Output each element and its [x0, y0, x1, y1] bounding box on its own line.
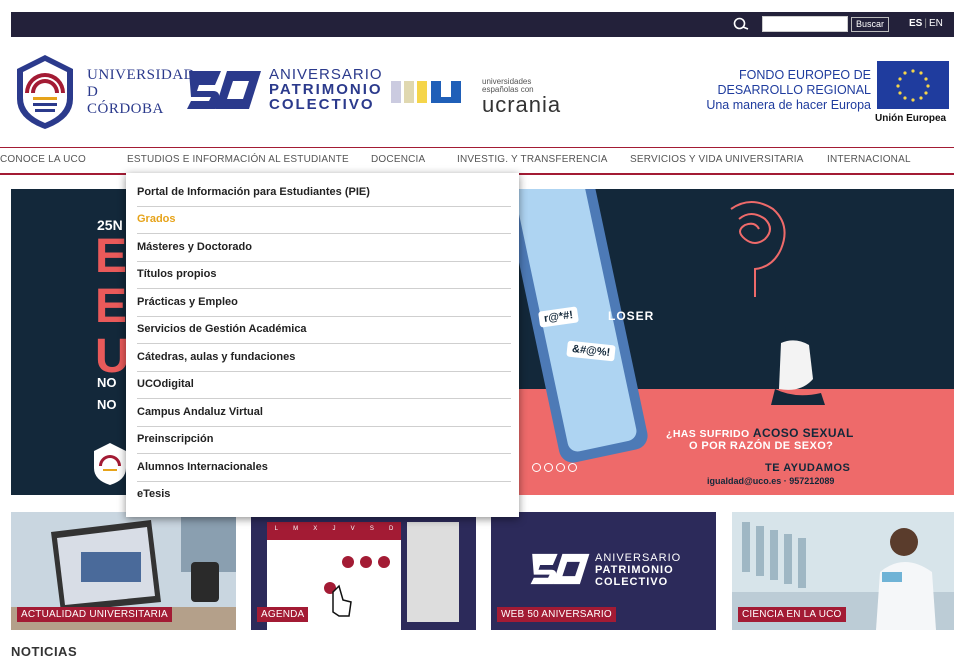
carousel-dot[interactable] — [544, 463, 553, 472]
top-bar: Buscar ES | EN — [11, 12, 954, 37]
dropdown-item-masteres[interactable]: Másteres y Doctorado — [137, 234, 511, 262]
dropdown-item-campus-andaluz[interactable]: Campus Andaluz Virtual — [137, 399, 511, 427]
banner-subheadline: O POR RAZÓN DE SEXO? — [689, 440, 834, 452]
brain-head-icon — [730, 201, 786, 297]
carousel-dots[interactable] — [532, 459, 580, 477]
sitting-figure-icon — [771, 321, 825, 405]
estudios-dropdown-menu: Portal de Información para Estudiantes (… — [126, 173, 519, 517]
carousel-dot[interactable] — [532, 463, 541, 472]
banner-no-text: NO — [97, 397, 117, 412]
language-switcher: ES | EN — [909, 18, 943, 29]
search-icon[interactable] — [733, 17, 749, 33]
calendar-weekdays: LMXJVSD — [274, 526, 394, 532]
banner-cta: TE AYUDAMOS — [765, 462, 851, 474]
search-input[interactable] — [762, 16, 848, 32]
banner-letter: E — [95, 280, 128, 333]
card-label: ACTUALIDAD UNIVERSITARIA — [17, 607, 172, 622]
card-agenda[interactable]: LMXJVSD AGENDA — [251, 512, 476, 630]
lang-en-link[interactable]: EN — [929, 18, 943, 29]
search-button[interactable]: Buscar — [851, 17, 890, 32]
feder-text: FONDO EUROPEO DE DESARROLLO REGIONAL Una… — [706, 68, 871, 112]
nav-item-servicios[interactable]: SERVICIOS Y VIDA UNIVERSITARIA — [630, 154, 804, 165]
card-label: CIENCIA EN LA UCO — [738, 607, 846, 622]
site-header: UNIVERSIDAD D CÓRDOBA ANIVERSARIO PATRIM… — [11, 45, 954, 145]
eu-flag-icon — [877, 61, 949, 109]
ucrania-logo[interactable]: universidades españolas con ucrania — [482, 78, 561, 116]
nav-item-investigacion[interactable]: INVESTIG. Y TRANSFERENCIA — [457, 154, 608, 165]
eu-label: Unión Europea — [875, 113, 947, 124]
lang-es-link[interactable]: ES — [909, 18, 922, 29]
anniversary-50-logo[interactable] — [185, 67, 263, 113]
anniversary-text: ANIVERSARIO PATRIMONIO COLECTIVO — [269, 66, 383, 113]
dropdown-item-titulos-propios[interactable]: Títulos propios — [137, 261, 511, 289]
nav-item-docencia[interactable]: DOCENCIA — [371, 154, 425, 165]
dropdown-item-ucodigital[interactable]: UCOdigital — [137, 371, 511, 399]
carousel-dot[interactable] — [568, 463, 577, 472]
nav-item-internacional[interactable]: INTERNACIONAL — [827, 154, 911, 165]
card-anniversary-text: ANIVERSARIO PATRIMONIO COLECTIVO — [595, 552, 682, 588]
dropdown-item-preinscripcion[interactable]: Preinscripción — [137, 426, 511, 454]
card-actualidad[interactable]: ACTUALIDAD UNIVERSITARIA — [11, 512, 236, 630]
main-nav: CONOCE LA UCO ESTUDIOS E INFORMACIÓN AL … — [0, 147, 954, 175]
carousel-dot[interactable] — [556, 463, 565, 472]
nav-item-conoce[interactable]: CONOCE LA UCO — [0, 154, 86, 165]
dropdown-item-practicas[interactable]: Prácticas y Empleo — [137, 289, 511, 317]
banner-no-text: NO — [97, 375, 117, 390]
banner-headline: ¿HAS SUFRIDO ACOSO SEXUAL — [666, 426, 854, 440]
feature-cards: ACTUALIDAD UNIVERSITARIA LMXJVSD AGENDA — [11, 512, 954, 630]
card-label: AGENDA — [257, 607, 309, 622]
uu-logo[interactable] — [391, 79, 466, 105]
dropdown-item-internacionales[interactable]: Alumnos Internacionales — [137, 454, 511, 482]
section-title-noticias: NOTICIAS — [11, 644, 78, 659]
dropdown-item-grados[interactable]: Grados — [137, 206, 511, 234]
card-label: WEB 50 ANIVERSARIO — [497, 607, 616, 622]
anniversary-50-logo-white — [530, 553, 590, 585]
card-web-50[interactable]: ANIVERSARIO PATRIMONIO COLECTIVO WEB 50 … — [491, 512, 716, 630]
nav-item-estudios[interactable]: ESTUDIOS E INFORMACIÓN AL ESTUDIANTE — [127, 154, 349, 165]
dropdown-item-etesis[interactable]: eTesis — [137, 481, 511, 508]
banner-loser-text: LOSER — [608, 309, 655, 323]
banner-contact: igualdad@uco.es · 957212089 — [707, 476, 835, 486]
dropdown-item-gestion-academica[interactable]: Servicios de Gestión Académica — [137, 316, 511, 344]
card-ciencia[interactable]: CIENCIA EN LA UCO — [732, 512, 954, 630]
dropdown-item-catedras[interactable]: Cátedras, aulas y fundaciones — [137, 344, 511, 372]
uco-shield-small-icon — [94, 443, 126, 485]
banner-letter: E — [95, 230, 128, 283]
uco-wordmark: UNIVERSIDAD D CÓRDOBA — [87, 67, 195, 117]
dropdown-item-pie[interactable]: Portal de Información para Estudiantes (… — [137, 179, 511, 207]
uco-shield-logo[interactable] — [15, 53, 75, 131]
